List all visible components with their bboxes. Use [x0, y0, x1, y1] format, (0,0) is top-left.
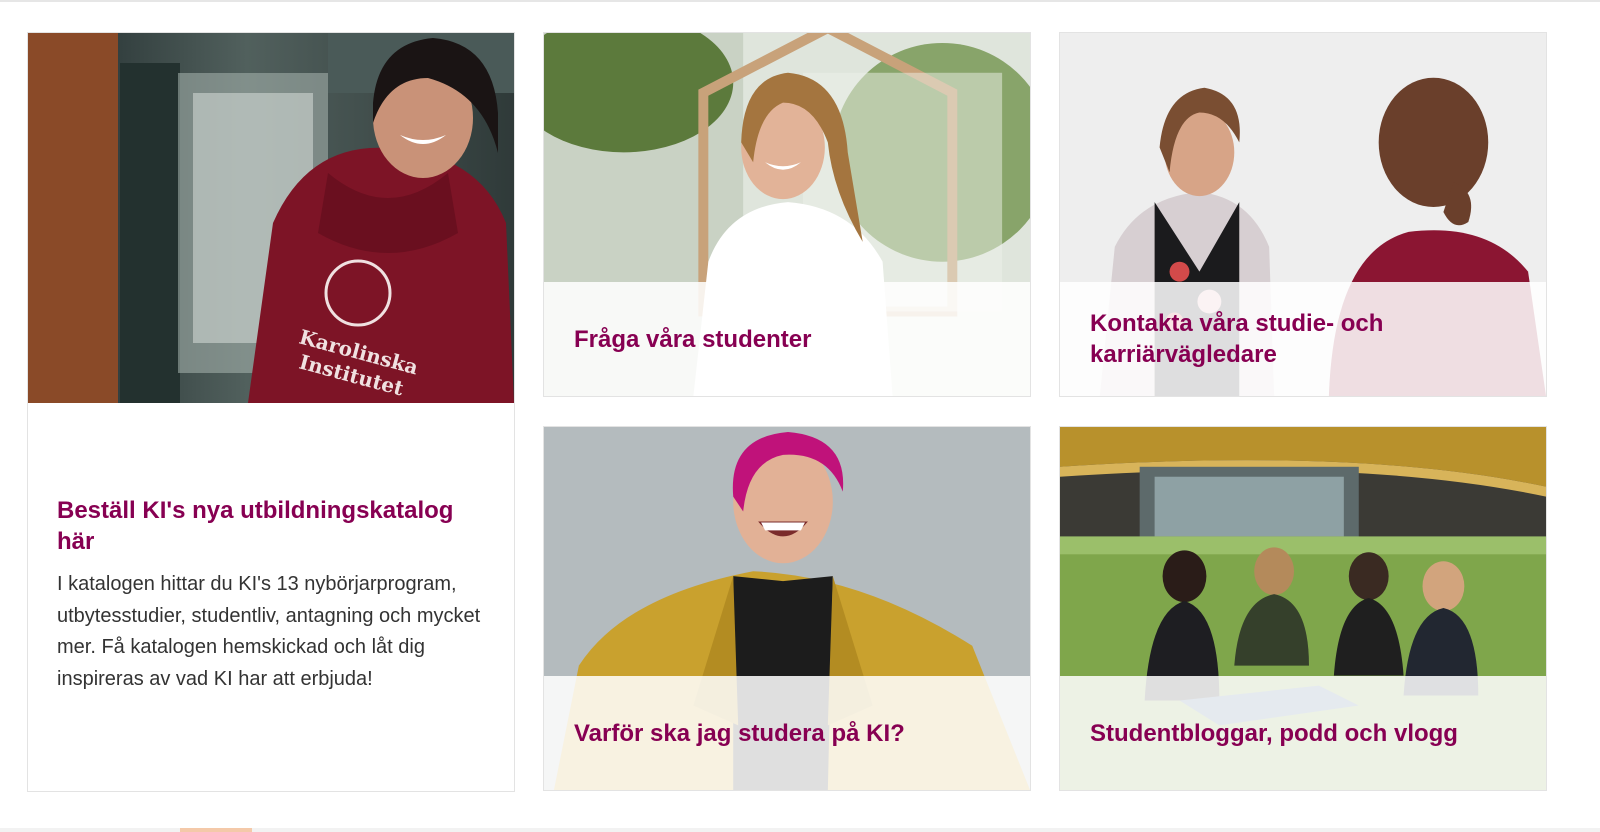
bottom-divider	[0, 828, 1600, 832]
student-hoodie-photo: Karolinska Institutet	[28, 33, 514, 403]
card-student-blogs[interactable]: Studentbloggar, podd och vlogg	[1059, 426, 1547, 791]
card-caption: Kontakta våra studie- och karriärvägleda…	[1060, 282, 1546, 396]
card-contact-counselors[interactable]: Kontakta våra studie- och karriärvägleda…	[1059, 32, 1547, 397]
card-title[interactable]: Kontakta våra studie- och karriärvägleda…	[1090, 308, 1516, 370]
catalog-promo-card[interactable]: Karolinska Institutet Beställ KI's nya u…	[27, 32, 515, 792]
card-ask-students[interactable]: Fråga våra studenter	[543, 32, 1031, 397]
card-title[interactable]: Fråga våra studenter	[574, 324, 811, 355]
bottom-accent-bar	[180, 828, 252, 832]
card-title[interactable]: Varför ska jag studera på KI?	[574, 718, 905, 749]
card-title[interactable]: Studentbloggar, podd och vlogg	[1090, 718, 1458, 749]
promo-content: Beställ KI's nya utbildningskatalog här …	[57, 495, 497, 695]
promo-title[interactable]: Beställ KI's nya utbildningskatalog här	[57, 495, 497, 557]
card-why-study[interactable]: Varför ska jag studera på KI?	[543, 426, 1031, 791]
card-caption: Studentbloggar, podd och vlogg	[1060, 676, 1546, 790]
card-caption: Fråga våra studenter	[544, 282, 1030, 396]
top-divider	[0, 0, 1600, 2]
card-caption: Varför ska jag studera på KI?	[544, 676, 1030, 790]
promo-description: I katalogen hittar du KI's 13 nybörjarpr…	[57, 573, 481, 690]
